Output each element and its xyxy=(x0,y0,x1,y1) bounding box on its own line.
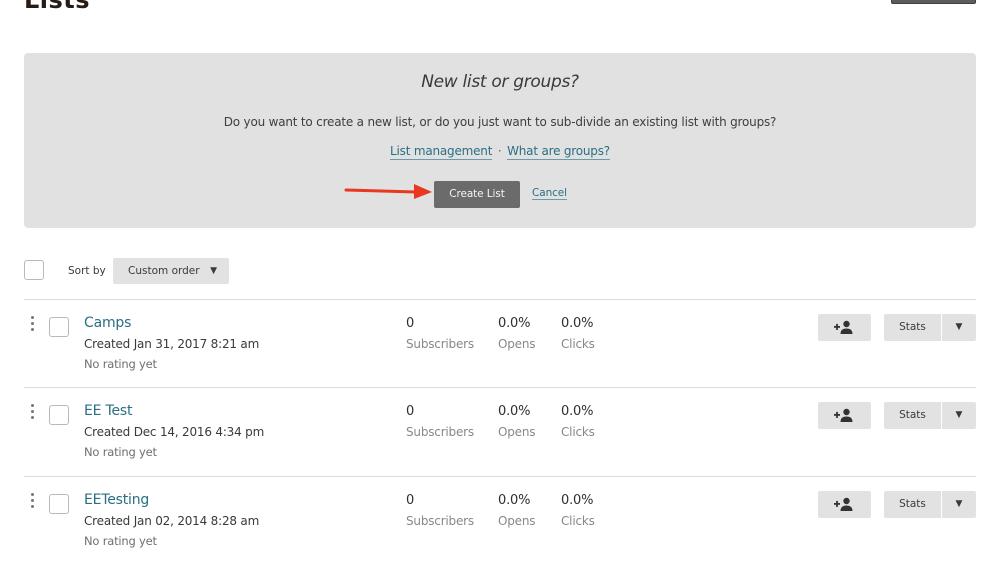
add-subscriber-button[interactable] xyxy=(818,314,871,341)
list-row: EETesting Created Jan 02, 2014 8:28 am N… xyxy=(0,477,1000,562)
stats-button[interactable]: Stats xyxy=(884,491,941,518)
row-checkbox[interactable] xyxy=(49,317,69,337)
clicks-stat: 0.0% Clicks xyxy=(561,404,595,439)
stats-dropdown-button[interactable]: ▼ xyxy=(942,402,976,429)
what-are-groups-link[interactable]: What are groups? xyxy=(507,144,610,160)
clicks-label: Clicks xyxy=(561,337,595,351)
opens-label: Opens xyxy=(498,425,536,439)
link-separator: · xyxy=(497,144,502,158)
add-user-icon xyxy=(834,320,853,334)
notice-links: List management · What are groups? xyxy=(24,144,976,160)
drag-handle-icon[interactable] xyxy=(30,493,36,513)
sort-by-label: Sort by xyxy=(68,265,106,277)
list-management-link[interactable]: List management xyxy=(390,144,492,160)
subscribers-value: 0 xyxy=(406,316,415,331)
clicks-label: Clicks xyxy=(561,514,595,528)
subscribers-label: Subscribers xyxy=(406,514,474,528)
chevron-down-icon: ▼ xyxy=(955,322,963,332)
add-subscriber-button[interactable] xyxy=(818,402,871,429)
row-checkbox[interactable] xyxy=(49,494,69,514)
notice-title: New list or groups? xyxy=(421,72,579,92)
clicks-stat: 0.0% Clicks xyxy=(561,316,595,351)
opens-stat: 0.0% Opens xyxy=(498,316,536,351)
chevron-down-icon: ▼ xyxy=(210,266,217,276)
red-arrow-icon xyxy=(344,184,432,199)
list-created-date: Created Jan 02, 2014 8:28 am xyxy=(84,514,260,528)
notice-text: Do you want to create a new list, or do … xyxy=(223,115,777,129)
list-row: EE Test Created Dec 14, 2016 4:34 pm No … xyxy=(0,388,1000,476)
cancel-link[interactable]: Cancel xyxy=(532,187,567,200)
list-created-date: Created Jan 31, 2017 8:21 am xyxy=(84,337,260,351)
subscribers-label: Subscribers xyxy=(406,337,474,351)
stats-button[interactable]: Stats xyxy=(884,402,941,429)
subscribers-label: Subscribers xyxy=(406,425,474,439)
list-created-date: Created Dec 14, 2016 4:34 pm xyxy=(84,425,265,439)
stats-dropdown-button[interactable]: ▼ xyxy=(942,491,976,518)
list-row: Camps Created Jan 31, 2017 8:21 am No ra… xyxy=(0,300,1000,388)
add-subscriber-button[interactable] xyxy=(818,491,871,518)
opens-value: 0.0% xyxy=(498,404,531,419)
clicks-stat: 0.0% Clicks xyxy=(561,493,595,528)
row-checkbox[interactable] xyxy=(49,405,69,425)
opens-stat: 0.0% Opens xyxy=(498,404,536,439)
opens-value: 0.0% xyxy=(498,316,531,331)
stats-dropdown-button[interactable]: ▼ xyxy=(942,314,976,341)
add-user-icon xyxy=(834,408,853,422)
stats-button[interactable]: Stats xyxy=(884,314,941,341)
drag-handle-icon[interactable] xyxy=(30,316,36,336)
new-list-or-groups-panel: New list or groups? Do you want to creat… xyxy=(24,53,976,228)
subscribers-value: 0 xyxy=(406,404,415,419)
chevron-down-icon: ▼ xyxy=(955,499,963,509)
list-rating: No rating yet xyxy=(84,445,157,459)
list-name-link[interactable]: EETesting xyxy=(84,492,149,508)
clicks-label: Clicks xyxy=(561,425,595,439)
subscribers-stat: 0 Subscribers xyxy=(406,404,474,439)
subscribers-stat: 0 Subscribers xyxy=(406,316,474,351)
list-name-link[interactable]: Camps xyxy=(84,315,131,331)
opens-value: 0.0% xyxy=(498,493,531,508)
opens-label: Opens xyxy=(498,514,536,528)
clicks-value: 0.0% xyxy=(561,493,594,508)
list-name-link[interactable]: EE Test xyxy=(84,403,133,419)
drag-handle-icon[interactable] xyxy=(30,404,36,424)
clicks-value: 0.0% xyxy=(561,316,594,331)
select-all-checkbox[interactable] xyxy=(24,260,44,280)
sort-order-dropdown[interactable]: Custom order ▼ xyxy=(113,258,229,284)
subscribers-value: 0 xyxy=(406,493,415,508)
page-title: Lists xyxy=(24,0,91,14)
list-rating: No rating yet xyxy=(84,534,157,548)
opens-stat: 0.0% Opens xyxy=(498,493,536,528)
clicks-value: 0.0% xyxy=(561,404,594,419)
sort-order-value: Custom order xyxy=(128,265,200,277)
add-user-icon xyxy=(834,497,853,511)
subscribers-stat: 0 Subscribers xyxy=(406,493,474,528)
opens-label: Opens xyxy=(498,337,536,351)
chevron-down-icon: ▼ xyxy=(955,410,963,420)
top-right-button[interactable] xyxy=(891,0,976,4)
create-list-button[interactable]: Create List xyxy=(434,181,520,208)
list-rating: No rating yet xyxy=(84,357,157,371)
